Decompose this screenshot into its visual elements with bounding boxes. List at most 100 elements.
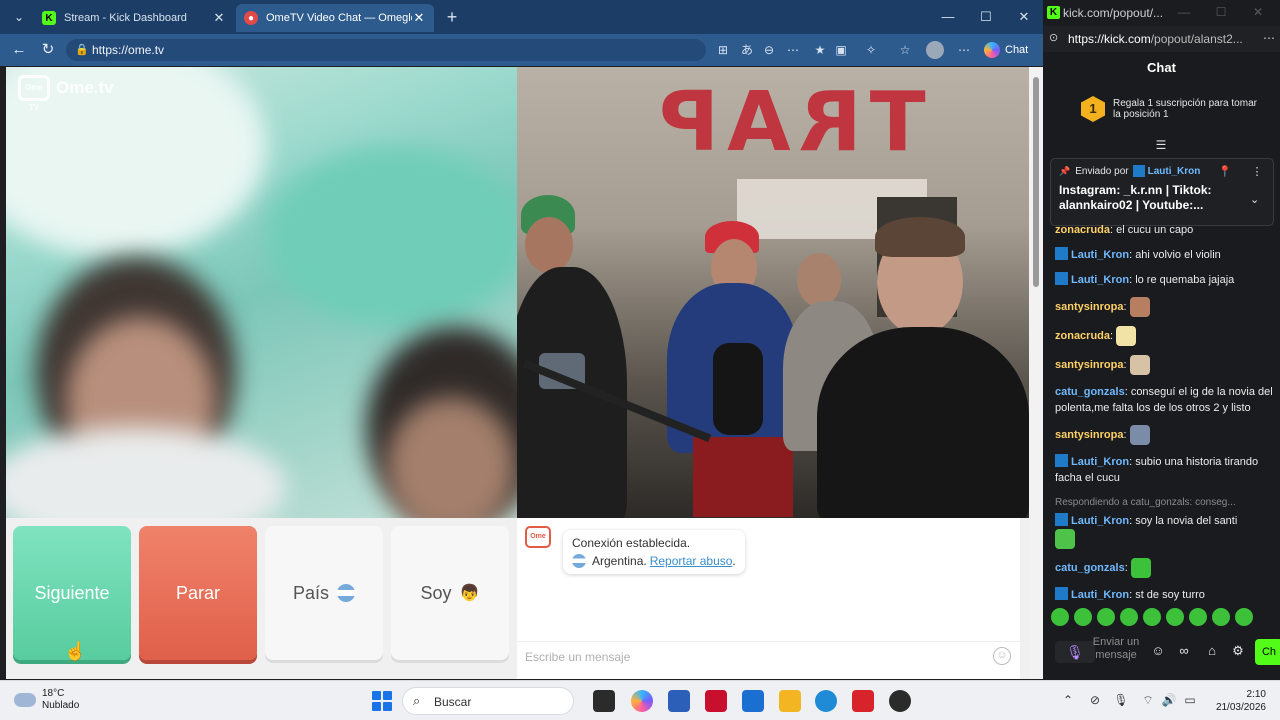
store-app-icon[interactable] (668, 690, 690, 712)
chat-input-placeholder[interactable]: Enviar un mensaje (1091, 636, 1141, 662)
report-abuse-link[interactable]: Reportar abuso (650, 554, 733, 568)
reply-context[interactable]: Respondiendo a catu_gonzals: conseg... (1055, 495, 1275, 511)
back-arrow-icon[interactable]: ← (8, 40, 30, 60)
video-camera-icon[interactable]: ▣ (832, 41, 850, 59)
system-clock[interactable]: 2:10 21/03/2026 (1212, 688, 1266, 714)
more-options-icon[interactable]: ⋯ (1263, 31, 1275, 45)
weather-widget[interactable]: 18°C Nublado (14, 688, 79, 712)
filter-icon[interactable]: ☰ (1153, 138, 1169, 152)
gender-button[interactable]: Soy 👦 (391, 526, 509, 660)
zoom-icon[interactable]: ⊖ (760, 41, 778, 59)
chat-username[interactable]: catu_gonzals (1055, 386, 1125, 398)
chat-username[interactable]: santysinropa (1055, 359, 1123, 371)
message-input[interactable] (525, 648, 985, 666)
settings-more-icon[interactable]: ⋯ (955, 41, 973, 59)
chat-username[interactable]: santysinropa (1055, 301, 1123, 313)
emote-icon[interactable] (1235, 608, 1253, 626)
pinned-username[interactable]: Lauti_Kron (1148, 166, 1201, 177)
battery-icon[interactable]: ▭ (1182, 693, 1198, 707)
new-tab-icon[interactable]: + (442, 6, 462, 28)
favorite-star-icon[interactable]: ★ (811, 41, 829, 59)
stop-button[interactable]: Parar (139, 526, 257, 660)
translate-icon[interactable]: あ (738, 41, 756, 59)
copilot-app-icon[interactable] (631, 690, 653, 712)
copilot-chat-button[interactable]: Chat (984, 40, 1036, 60)
outlook-icon[interactable] (742, 690, 764, 712)
store-icon[interactable]: ⌂ (1203, 643, 1221, 658)
windows-start-icon[interactable] (372, 691, 392, 711)
close-tab-icon[interactable]: ✕ (412, 10, 426, 26)
chat-username[interactable]: catu_gonzals (1055, 562, 1125, 574)
network-off-icon[interactable]: ⊘ (1087, 693, 1103, 707)
pinned-message: 📌 Enviado por Lauti_Kron Instagram: _k.r… (1050, 158, 1274, 226)
emoji-icon[interactable]: ☺ (1149, 643, 1167, 658)
chat-username[interactable]: zonacruda (1055, 330, 1110, 342)
more-tools-icon[interactable]: ⋯ (784, 41, 802, 59)
chat-username[interactable]: Lauti_Kron (1071, 589, 1129, 601)
page-info-icon[interactable]: ⊙ (1049, 31, 1058, 44)
microphone-icon[interactable]: 🎙 (1055, 641, 1095, 663)
close-tab-icon[interactable]: ✕ (212, 10, 226, 26)
profile-avatar-icon[interactable] (926, 41, 944, 59)
minimize-icon[interactable]: — (934, 6, 962, 28)
minimize-icon[interactable]: — (1174, 5, 1194, 19)
clock-time: 2:10 (1246, 689, 1266, 700)
infinity-icon[interactable]: ∞ (1175, 643, 1193, 658)
page-scrollbar[interactable] (1029, 67, 1043, 679)
address-bar[interactable]: 🔒 https://ome.tv (66, 39, 706, 61)
chat-username[interactable]: Lauti_Kron (1071, 456, 1129, 468)
unpin-icon[interactable]: 📍 (1218, 165, 1232, 178)
kick-address-bar[interactable]: ⊙ https://kick.com/popout/alanst2... ⋯ (1043, 26, 1280, 52)
boy-face-icon: 👦 (459, 585, 480, 602)
microphone-tray-icon[interactable]: 🎙 (1113, 693, 1129, 707)
stop-label: Parar (175, 582, 220, 603)
emote-icon[interactable] (1074, 608, 1092, 626)
mcafee-icon[interactable] (705, 690, 727, 712)
show-hidden-icons-icon[interactable]: ⌃ (1060, 693, 1076, 707)
emote-icon[interactable] (1097, 608, 1115, 626)
l-app-icon[interactable] (852, 690, 874, 712)
taskbar-search[interactable]: ⌕ Buscar (402, 687, 574, 715)
reload-icon[interactable]: ↻ (37, 40, 59, 60)
expand-chevron-icon[interactable]: ⌄ (1250, 193, 1259, 206)
tab-ometv[interactable]: ● OmeTV Video Chat — Omegle ✕ (236, 4, 434, 32)
lock-icon[interactable]: 🔒 (74, 42, 90, 58)
chat-username[interactable]: zonacruda (1055, 224, 1110, 236)
chat-username[interactable]: Lauti_Kron (1071, 274, 1129, 286)
emoji-icon[interactable]: ☺ (993, 647, 1011, 665)
file-explorer-icon[interactable] (779, 690, 801, 712)
edge-icon[interactable] (815, 690, 837, 712)
extensions-icon[interactable]: ✧ (862, 41, 880, 59)
tab-actions-menu-icon[interactable]: ⌄ (8, 7, 30, 27)
task-view-icon[interactable] (593, 690, 615, 712)
emote-icon[interactable] (1189, 608, 1207, 626)
favorites-icon[interactable]: ☆ (896, 41, 914, 59)
chat-username[interactable]: Lauti_Kron (1071, 515, 1129, 527)
wifi-icon[interactable]: ⌔ (1140, 693, 1156, 708)
emote-icon[interactable] (1212, 608, 1230, 626)
sub-gift-leaderboard[interactable]: 1 Regala 1 suscripción para tomar la pos… (1081, 96, 1261, 122)
maximize-icon[interactable]: ☐ (1211, 5, 1231, 19)
chat-message: Lauti_Kron: soy la novia del santi (1055, 513, 1275, 549)
scrollbar-thumb[interactable] (1033, 77, 1039, 287)
pinned-more-icon[interactable]: ⋮ (1250, 165, 1264, 178)
apps-grid-icon[interactable]: ⊞ (714, 41, 732, 59)
send-chat-button[interactable]: Ch (1255, 639, 1280, 665)
emote-icon[interactable] (1166, 608, 1184, 626)
ometv-logo[interactable]: Ome TV Ome.tv (18, 75, 114, 112)
obs-icon[interactable] (889, 690, 911, 712)
emote-icon[interactable] (1143, 608, 1161, 626)
next-button[interactable]: Siguiente (13, 526, 131, 660)
close-window-icon[interactable]: ✕ (1010, 6, 1038, 28)
chat-username[interactable]: Lauti_Kron (1071, 249, 1129, 261)
emote-icon[interactable] (1120, 608, 1138, 626)
volume-icon[interactable]: 🔊 (1161, 693, 1177, 707)
close-window-icon[interactable]: ✕ (1248, 5, 1268, 19)
tab-kick-dashboard[interactable]: K Stream - Kick Dashboard ✕ (34, 4, 234, 32)
maximize-icon[interactable]: ☐ (972, 6, 1000, 28)
emote-icon[interactable] (1051, 608, 1069, 626)
country-button[interactable]: País (265, 526, 383, 660)
emote-suggestion-row (1051, 608, 1275, 628)
settings-gear-icon[interactable]: ⚙ (1229, 643, 1247, 659)
chat-username[interactable]: santysinropa (1055, 429, 1123, 441)
